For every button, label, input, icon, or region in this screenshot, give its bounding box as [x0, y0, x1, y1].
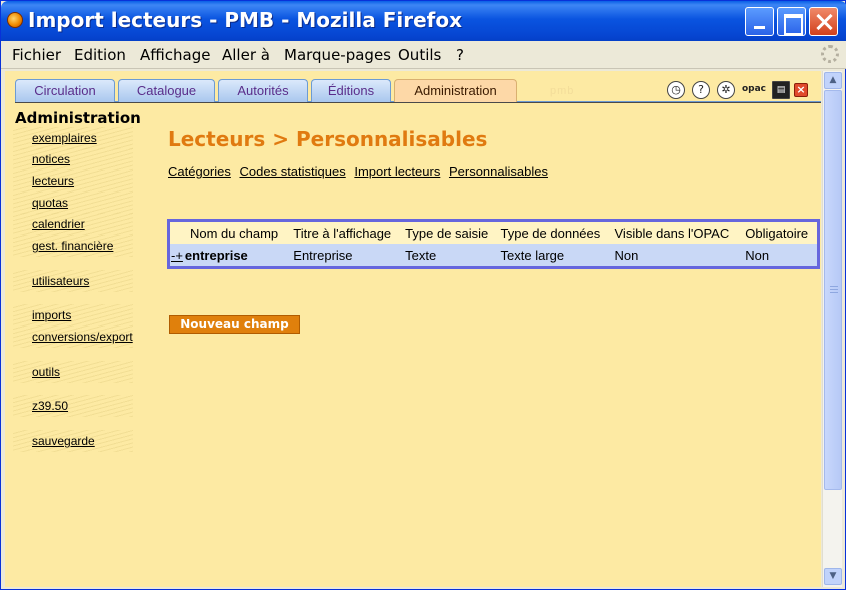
firefox-icon [7, 12, 23, 28]
save-icon[interactable]: ▤ [772, 81, 790, 99]
col-titre-affichage: Titre à l'affichage [293, 225, 392, 241]
fan-decoration [13, 148, 133, 170]
tab-autorites[interactable]: Autorités [218, 79, 308, 102]
link-categories[interactable]: Catégories [168, 164, 231, 179]
menu-outils[interactable]: Outils [398, 46, 441, 64]
fan-decoration [13, 361, 133, 383]
table-header-row: Nom du champ Titre à l'affichage Type de… [170, 222, 817, 244]
menu-edition[interactable]: Edition [74, 46, 126, 64]
sidebar-title: Administration [15, 109, 141, 127]
sidebar-item-label[interactable]: conversions/export [32, 330, 133, 344]
grip-icon [830, 286, 838, 293]
menu-affichage[interactable]: Affichage [140, 46, 210, 64]
col-visible-opac: Visible dans l'OPAC [614, 225, 730, 241]
sidebar: Administration exemplaires notices lecte… [5, 107, 165, 587]
menu-marque-pages[interactable]: Marque-pages [284, 46, 391, 64]
sidebar-item-label[interactable]: imports [32, 308, 71, 322]
sidebar-item-label[interactable]: outils [32, 365, 60, 379]
col-nom-du-champ: Nom du champ [190, 225, 279, 241]
custom-fields-table: Nom du champ Titre à l'affichage Type de… [167, 219, 820, 269]
sidebar-item-outils[interactable]: outils [13, 361, 153, 385]
sidebar-item-calendrier[interactable]: calendrier [13, 213, 153, 237]
cell-required: Non [745, 247, 770, 263]
help-icon[interactable]: ? [692, 81, 710, 99]
minimize-button[interactable] [745, 7, 774, 36]
page-title: Lecteurs > Personnalisables [168, 127, 488, 151]
col-obligatoire: Obligatoire [745, 225, 809, 241]
title-bar: Import lecteurs - PMB - Mozilla Firefox [1, 1, 846, 41]
new-field-button[interactable]: Nouveau champ [169, 315, 300, 334]
fan-decoration [13, 395, 133, 417]
sidebar-item-notices[interactable]: notices [13, 148, 153, 172]
tab-bar-line-dark [15, 102, 821, 103]
menu-help[interactable]: ? [456, 46, 464, 64]
maximize-button[interactable] [777, 7, 806, 36]
scroll-up-icon[interactable]: ▲ [824, 72, 842, 89]
sidebar-item-z3950[interactable]: z39.50 [13, 395, 153, 419]
sidebar-item-label[interactable]: utilisateurs [32, 274, 89, 288]
page-content: Circulation Catalogue Autorités Éditions… [5, 71, 821, 587]
menu-aller-a[interactable]: Aller à [222, 46, 270, 64]
close-window-button[interactable] [809, 7, 838, 36]
pmb-watermark: pmb [550, 85, 575, 97]
sidebar-item-label[interactable]: lecteurs [32, 174, 74, 188]
fan-decoration [13, 192, 133, 214]
tab-administration[interactable]: Administration [394, 79, 517, 102]
cell-input-type: Texte [405, 247, 437, 263]
sidebar-item-label[interactable]: exemplaires [32, 131, 97, 145]
sidebar-item-gest-financiere[interactable]: gest. financière [13, 235, 153, 259]
menu-bar: Fichier Edition Affichage Aller à Marque… [1, 41, 846, 69]
tab-circulation[interactable]: Circulation [15, 79, 115, 102]
sidebar-item-lecteurs[interactable]: lecteurs [13, 170, 153, 194]
sidebar-item-label[interactable]: gest. financière [32, 239, 113, 253]
sidebar-item-sauvegarde[interactable]: sauvegarde [13, 430, 153, 454]
col-type-saisie: Type de saisie [405, 225, 489, 241]
sidebar-item-utilisateurs[interactable]: utilisateurs [13, 270, 153, 294]
browser-window: Import lecteurs - PMB - Mozilla Firefox … [0, 0, 846, 590]
scroll-thumb[interactable] [824, 90, 842, 490]
reorder-link[interactable]: -+ [171, 248, 183, 263]
cell-title: Entreprise [293, 247, 353, 263]
sidebar-item-label[interactable]: sauvegarde [32, 434, 95, 448]
vertical-scrollbar[interactable]: ▲ ▼ [822, 71, 842, 587]
sub-navigation: Catégories Codes statistiques Import lec… [168, 164, 553, 179]
close-icon[interactable]: × [794, 83, 808, 97]
fan-decoration [13, 304, 133, 326]
tab-catalogue[interactable]: Catalogue [118, 79, 215, 102]
sidebar-item-label[interactable]: quotas [32, 196, 68, 210]
cell-data-type: Texte large [500, 247, 565, 263]
clock-icon[interactable]: ◷ [667, 81, 685, 99]
throbber-icon [821, 45, 839, 63]
table-row[interactable]: -+ entreprise Entreprise Texte Texte larg… [170, 244, 817, 266]
cell-visible-opac: Non [614, 247, 639, 263]
window-title: Import lecteurs - PMB - Mozilla Firefox [28, 8, 462, 32]
menu-fichier[interactable]: Fichier [12, 46, 61, 64]
tab-editions[interactable]: Éditions [311, 79, 391, 102]
col-type-donnees: Type de données [500, 225, 601, 241]
field-name[interactable]: entreprise [185, 248, 248, 263]
gear-icon[interactable]: ✲ [717, 81, 735, 99]
link-import-lecteurs[interactable]: Import lecteurs [354, 164, 440, 179]
link-codes-statistiques[interactable]: Codes statistiques [240, 164, 346, 179]
sidebar-item-label[interactable]: z39.50 [32, 399, 68, 413]
scroll-down-icon[interactable]: ▼ [824, 568, 842, 585]
sidebar-item-conversions-export[interactable]: conversions/export [13, 326, 153, 350]
link-personnalisables[interactable]: Personnalisables [449, 164, 548, 179]
sidebar-item-label[interactable]: calendrier [32, 217, 85, 231]
cell-field-name[interactable]: -+ entreprise [170, 244, 292, 266]
sidebar-item-imports[interactable]: imports [13, 304, 153, 328]
sidebar-item-label[interactable]: notices [32, 152, 70, 166]
opac-icon[interactable]: opac [741, 81, 767, 99]
